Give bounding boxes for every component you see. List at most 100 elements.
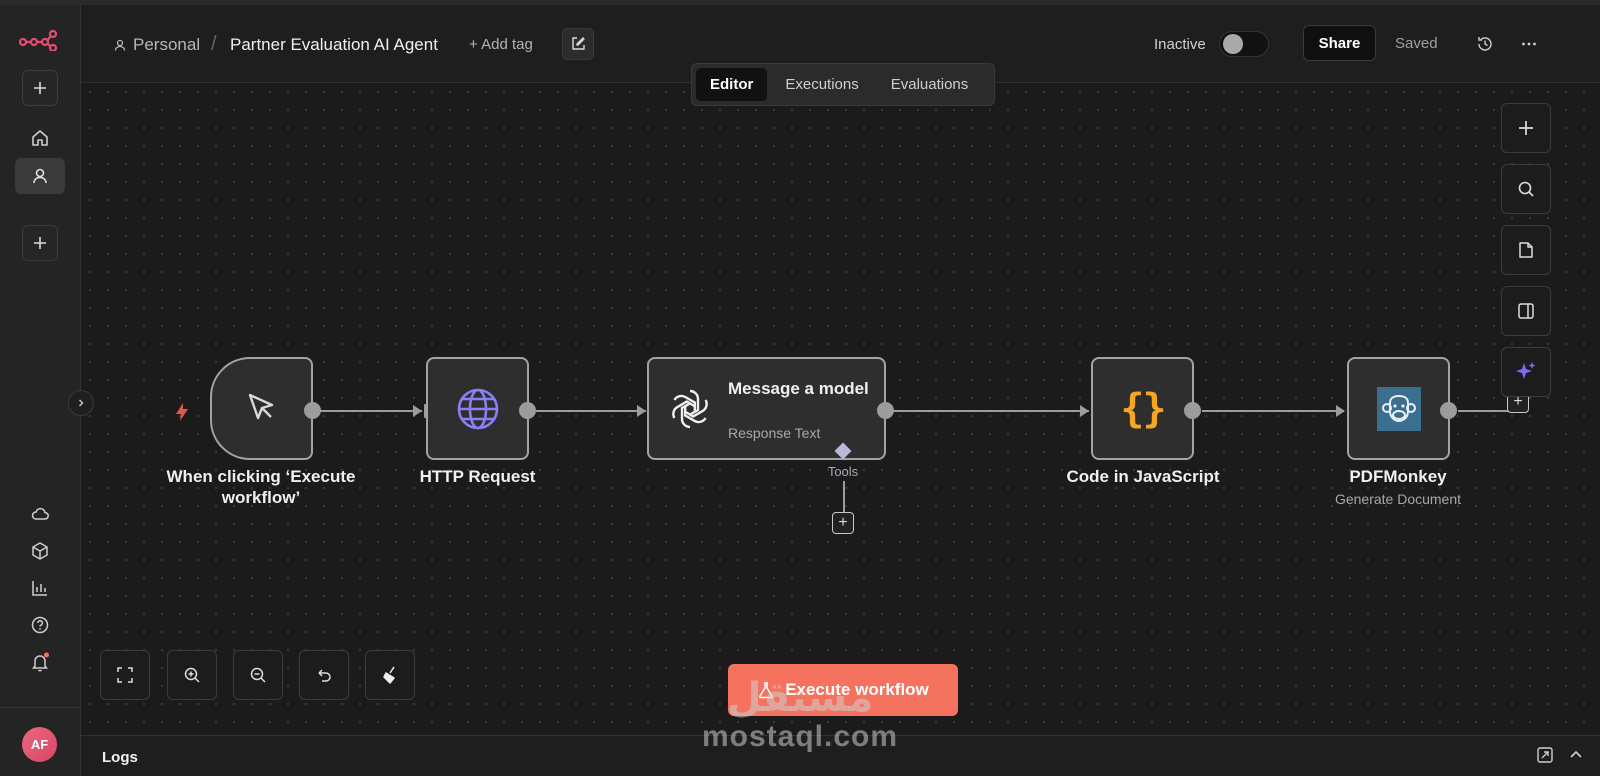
logs-panel[interactable]: Logs: [81, 735, 1600, 776]
node-label: HTTP Request: [419, 467, 536, 486]
sticky-note-icon: [1519, 242, 1533, 258]
sidebar-item-personal[interactable]: [15, 158, 65, 194]
undo-icon: [318, 669, 331, 682]
edit-description-button[interactable]: [562, 28, 594, 60]
node-pdfmonkey[interactable]: [1347, 357, 1450, 460]
output-handle[interactable]: [1440, 402, 1457, 419]
fullscreen-icon: [117, 667, 133, 683]
breadcrumb-separator: /: [211, 33, 217, 55]
node-subtitle: Generate Document: [1334, 491, 1462, 507]
fit-view-button[interactable]: [100, 650, 150, 700]
more-options-button[interactable]: [1517, 32, 1541, 56]
view-tabs: Editor Executions Evaluations: [691, 63, 995, 106]
breadcrumb-project[interactable]: Personal: [113, 35, 200, 55]
trigger-bolt-icon: [174, 402, 190, 427]
zoom-out-icon: [250, 667, 266, 683]
add-project-button[interactable]: [22, 225, 58, 261]
flask-icon: [759, 682, 774, 699]
panel-icon: [1518, 303, 1534, 319]
bell-icon[interactable]: [28, 650, 52, 674]
help-icon[interactable]: [28, 613, 52, 637]
tab-evaluations[interactable]: Evaluations: [877, 68, 983, 101]
plus-icon: [34, 237, 46, 249]
ai-assistant-button[interactable]: [1501, 347, 1551, 397]
saved-status: Saved: [1395, 35, 1438, 52]
openai-icon: [667, 386, 713, 437]
monkey-icon: [1376, 386, 1421, 431]
node-message-a-model[interactable]: Message a model Response Text: [647, 357, 886, 460]
expand-sidebar-button[interactable]: [68, 390, 94, 416]
node-code-javascript[interactable]: {}: [1091, 357, 1194, 460]
user-icon: [114, 39, 126, 51]
node-label: Code in JavaScript: [1066, 467, 1220, 486]
connection-trigger-http[interactable]: [314, 410, 422, 412]
edge-arrowhead: [413, 405, 422, 417]
connection-code-pdf[interactable]: [1202, 410, 1344, 412]
sidebar-divider: [0, 707, 81, 708]
search-icon: [1518, 181, 1534, 197]
project-name: Personal: [133, 35, 201, 54]
undo-button[interactable]: [299, 650, 349, 700]
add-sticky-note-button[interactable]: [1501, 225, 1551, 275]
toggle-panel-button[interactable]: [1501, 286, 1551, 336]
share-button[interactable]: Share: [1303, 25, 1376, 61]
insights-icon[interactable]: [28, 576, 52, 600]
sidebar: AF: [0, 5, 81, 776]
output-handle[interactable]: [519, 402, 536, 419]
node-title: Message a model: [728, 379, 869, 398]
node-http-request[interactable]: [426, 357, 529, 460]
n8n-logo[interactable]: [18, 29, 58, 56]
activation-status-label: Inactive: [1154, 36, 1206, 53]
output-handle[interactable]: [877, 402, 894, 419]
activation-toggle[interactable]: [1219, 31, 1269, 57]
zoom-in-icon: [184, 667, 200, 683]
add-tool-button[interactable]: +: [832, 512, 854, 534]
node-label: PDFMonkey: [1349, 467, 1447, 486]
tidy-up-button[interactable]: [365, 650, 415, 700]
cursor-icon: [248, 393, 273, 419]
output-handle[interactable]: [304, 402, 321, 419]
broom-icon: [383, 666, 395, 684]
pop-out-icon[interactable]: [1536, 746, 1554, 769]
create-button[interactable]: [22, 70, 58, 106]
history-button[interactable]: [1473, 32, 1497, 56]
ellipsis-icon: [1522, 42, 1536, 46]
search-nodes-button[interactable]: [1501, 164, 1551, 214]
toggle-knob: [1223, 34, 1243, 54]
execute-workflow-button[interactable]: Execute workflow: [728, 664, 958, 716]
edge-arrowhead: [1080, 405, 1089, 417]
home-icon[interactable]: [28, 126, 52, 150]
node-label: When clicking ‘Execute workflow’: [166, 467, 356, 507]
plus-icon: [1519, 121, 1533, 135]
workflow-canvas[interactable]: When clicking ‘Execute workflow’ HTTP Re…: [81, 83, 1600, 735]
add-node-button[interactable]: [1501, 103, 1551, 153]
user-icon: [33, 168, 47, 184]
edge-arrowhead: [637, 405, 646, 417]
zoom-out-button[interactable]: [233, 650, 283, 700]
add-tag-button[interactable]: + Add tag: [469, 36, 533, 53]
avatar[interactable]: AF: [22, 727, 57, 762]
tab-executions[interactable]: Executions: [771, 68, 872, 101]
templates-icon[interactable]: [28, 539, 52, 563]
cloud-icon[interactable]: [28, 502, 52, 526]
node-manual-trigger[interactable]: [210, 357, 313, 460]
execute-workflow-label: Execute workflow: [785, 680, 929, 699]
tools-connector-line: [843, 481, 845, 512]
output-handle[interactable]: [1184, 402, 1201, 419]
tools-port-label: Tools: [827, 464, 859, 479]
logs-label: Logs: [102, 749, 138, 766]
sparkle-icon: [1516, 362, 1536, 379]
chevron-up-icon[interactable]: [1567, 746, 1585, 769]
edge-arrowhead: [1336, 405, 1345, 417]
workflow-title[interactable]: Partner Evaluation AI Agent: [230, 35, 438, 55]
zoom-in-button[interactable]: [167, 650, 217, 700]
app-root: AF Personal / Partner Evaluation AI Agen…: [0, 0, 1600, 776]
connection-openai-code[interactable]: [894, 410, 1089, 412]
tab-editor[interactable]: Editor: [696, 68, 768, 101]
plus-icon: [34, 82, 46, 94]
globe-icon: [457, 388, 498, 429]
curly-braces-icon: {}: [1120, 385, 1166, 432]
chevron-right-icon: [79, 399, 84, 407]
edit-icon: [572, 37, 585, 50]
connection-http-openai[interactable]: [536, 410, 646, 412]
